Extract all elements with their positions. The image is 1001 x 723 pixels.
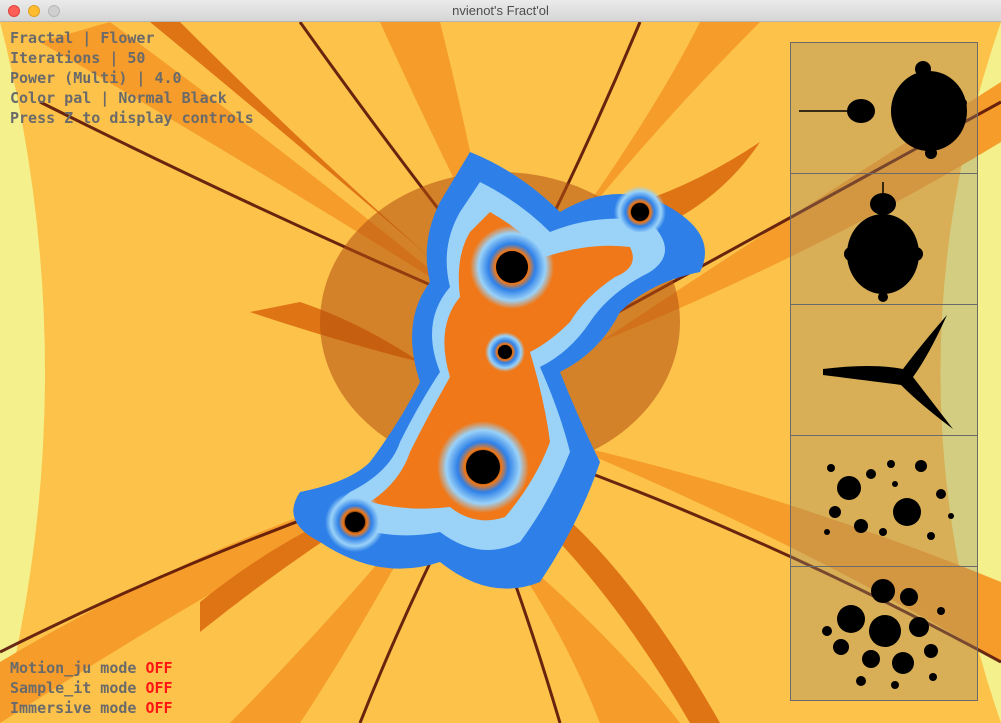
mode-motion-ju: Motion_ju mode OFF (10, 659, 173, 677)
title-bar: nvienot's Fract'ol (0, 0, 1001, 22)
mode-state: OFF (145, 679, 173, 697)
thumbnail-tricorn[interactable] (791, 305, 977, 436)
iterations-value: 50 (127, 49, 146, 67)
thumbnail-julia-dust-1[interactable] (791, 436, 977, 567)
thumbnail-mandelbrot-horizontal[interactable] (791, 43, 977, 174)
iterations-info: Iterations | 50 (10, 49, 146, 67)
controls-hint: Press Z to display controls (10, 109, 254, 127)
color-palette-info: Color pal | Normal Black (10, 89, 227, 107)
info-overlay: Fractal | Flower Iterations | 50 Power (Mu… (10, 28, 254, 128)
thumbnail-julia-dust-2[interactable] (791, 567, 977, 698)
mode-state: OFF (145, 659, 173, 677)
mode-immersive: Immersive mode OFF (10, 699, 173, 717)
fractal-info: Fractal | Flower (10, 29, 155, 47)
fractal-canvas[interactable]: Fractal | Flower Iterations | 50 Power (Mu… (0, 22, 1001, 723)
power-value: 4.0 (154, 69, 182, 87)
power-info: Power (Multi) | 4.0 (10, 69, 182, 87)
thumbnail-mandelbrot-vertical[interactable] (791, 174, 977, 305)
fractal-selector-panel (790, 42, 978, 701)
window-title: nvienot's Fract'ol (452, 3, 549, 18)
modes-overlay: Motion_ju mode OFF Sample_it mode OFF Imme… (10, 658, 173, 718)
mode-sample-it: Sample_it mode OFF (10, 679, 173, 697)
app-window: nvienot's Fract'ol Fractal | Flower Iter… (0, 0, 1001, 723)
color-palette-value: Normal Black (118, 89, 227, 107)
mode-state: OFF (145, 699, 173, 717)
fractal-name: Flower (100, 29, 155, 47)
